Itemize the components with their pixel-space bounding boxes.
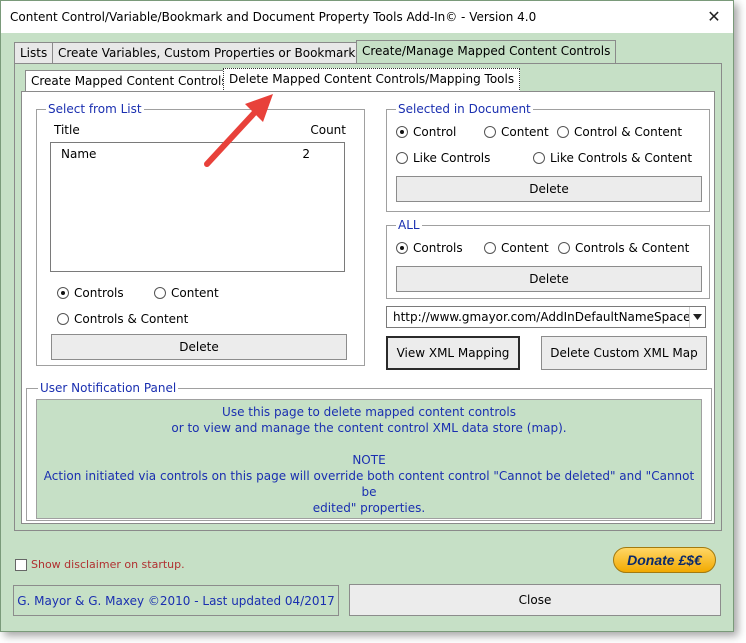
- radio-all-controls-content[interactable]: Controls & Content: [558, 241, 689, 255]
- radio-dot: [57, 313, 69, 325]
- column-header-title: Title: [54, 123, 80, 137]
- radio-dot: [558, 242, 570, 254]
- user-notification-legend: User Notification Panel: [38, 381, 179, 395]
- selected-in-document-legend: Selected in Document: [396, 102, 533, 116]
- notification-note-heading: NOTE: [352, 453, 386, 467]
- list-item-count: 2: [302, 147, 310, 161]
- radio-dot: [484, 126, 496, 138]
- donate-button[interactable]: Donate £$€: [613, 547, 716, 573]
- all-legend: ALL: [396, 218, 422, 232]
- all-group: ALL Controls Content Controls & Content …: [386, 218, 710, 299]
- namespace-select-value: http://www.gmayor.com/AddInDefaultNameSp…: [393, 310, 689, 324]
- radio-list-controls-content[interactable]: Controls & Content: [57, 312, 188, 326]
- user-notification-group: User Notification Panel Use this page to…: [26, 381, 712, 521]
- radio-dot: [533, 152, 545, 164]
- annotation-arrow-icon: [204, 94, 273, 167]
- delete-selected-button[interactable]: Delete: [396, 176, 702, 202]
- radio-doc-like-controls-content[interactable]: Like Controls & Content: [533, 151, 692, 165]
- delete-custom-xml-map-button[interactable]: Delete Custom XML Map: [541, 336, 707, 370]
- tab-create-variables[interactable]: Create Variables, Custom Properties or B…: [52, 42, 368, 64]
- radio-doc-content[interactable]: Content: [484, 125, 549, 139]
- radio-dot: [396, 152, 408, 164]
- title-bar: Content Control/Variable/Bookmark and Do…: [1, 1, 733, 33]
- radio-list-content[interactable]: Content: [154, 286, 219, 300]
- column-header-count: Count: [310, 123, 346, 137]
- notification-line: edited" properties.: [312, 501, 426, 515]
- radio-doc-control[interactable]: Control: [396, 125, 456, 139]
- radio-dot: [396, 242, 408, 254]
- radio-list-controls[interactable]: Controls: [57, 286, 124, 300]
- close-button[interactable]: Close: [349, 584, 721, 616]
- radio-all-content[interactable]: Content: [484, 241, 549, 255]
- notification-panel: Use this page to delete mapped content c…: [36, 399, 702, 519]
- radio-dot: [557, 126, 569, 138]
- radio-dot: [57, 287, 69, 299]
- notification-line: Action initiated via controls on this pa…: [43, 469, 695, 499]
- namespace-select[interactable]: http://www.gmayor.com/AddInDefaultNameSp…: [386, 306, 706, 328]
- chevron-down-icon[interactable]: [689, 307, 705, 327]
- notification-line: Use this page to delete mapped content c…: [222, 405, 516, 419]
- radio-doc-like-controls[interactable]: Like Controls: [396, 151, 490, 165]
- radio-all-controls[interactable]: Controls: [396, 241, 463, 255]
- delete-all-button[interactable]: Delete: [396, 266, 702, 292]
- tab-page-manage-mapped: Create Mapped Content Controls Delete Ma…: [14, 63, 722, 531]
- delete-from-list-button[interactable]: Delete: [51, 334, 347, 360]
- list-item-title: Name: [61, 147, 97, 161]
- view-xml-mapping-button[interactable]: View XML Mapping: [386, 336, 520, 370]
- disclaimer-checkbox[interactable]: Show disclaimer on startup.: [15, 558, 185, 571]
- disclaimer-label: Show disclaimer on startup.: [31, 558, 185, 571]
- selected-in-document-group: Selected in Document Control Content Con…: [386, 102, 710, 212]
- subtab-page-delete-mapped: Select from List Title Count Name 2 Cont…: [21, 91, 715, 524]
- radio-dot: [154, 287, 166, 299]
- tab-manage-mapped-controls[interactable]: Create/Manage Mapped Content Controls: [356, 40, 617, 64]
- checkbox-box: [15, 558, 27, 571]
- close-icon[interactable]: ✕: [703, 6, 725, 28]
- window-title: Content Control/Variable/Bookmark and Do…: [10, 10, 537, 24]
- radio-dot: [484, 242, 496, 254]
- radio-dot: [396, 126, 408, 138]
- radio-doc-control-content[interactable]: Control & Content: [557, 125, 682, 139]
- credits-button[interactable]: G. Mayor & G. Maxey ©2010 - Last updated…: [13, 585, 339, 616]
- addin-dialog: Content Control/Variable/Bookmark and Do…: [0, 0, 734, 632]
- select-from-list-legend: Select from List: [46, 102, 144, 116]
- tab-lists[interactable]: Lists: [14, 42, 54, 64]
- notification-line: or to view and manage the content contro…: [171, 421, 567, 435]
